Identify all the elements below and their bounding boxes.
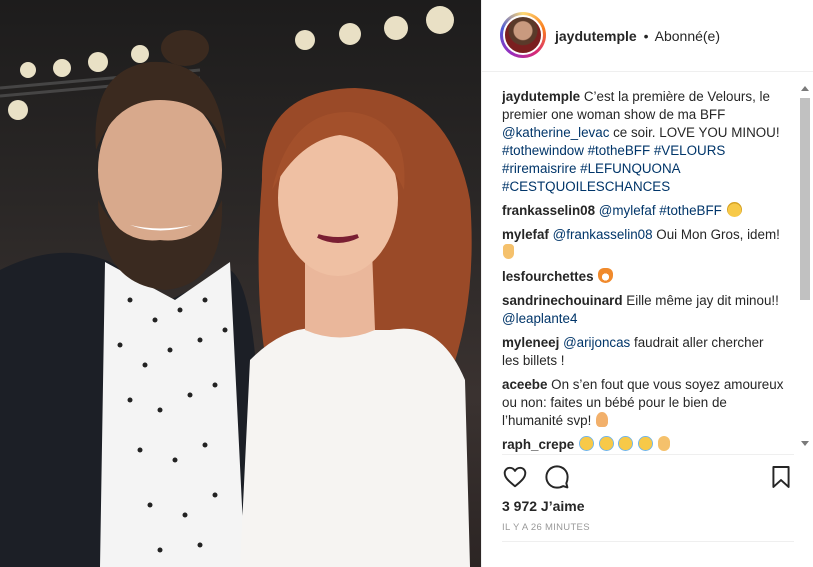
comment-username[interactable]: myleneej (502, 335, 559, 350)
caption: jaydutemple C’est la première de Velours… (502, 88, 784, 196)
crying-laughing-emoji-icon (578, 436, 594, 451)
divider (502, 454, 794, 455)
avatar[interactable] (503, 15, 543, 55)
fox-emoji-icon (598, 268, 614, 283)
comments-scrollbar[interactable] (798, 80, 812, 452)
scroll-down-arrow-icon[interactable] (801, 441, 809, 446)
header-text: jaydutemple • Abonné(e) (555, 28, 720, 44)
caption-text-after: ce soir. LOVE YOU MINOU! (609, 125, 780, 140)
comment-text: Eille même jay dit minou!! (626, 293, 779, 308)
comments-list[interactable]: jaydutemple C’est la première de Velours… (502, 88, 784, 454)
comment-username[interactable]: aceebe (502, 377, 547, 392)
caption-mention[interactable]: @katherine_levac (502, 125, 609, 140)
post-details-panel: jaydutemple • Abonné(e) jaydutemple C’es… (481, 0, 813, 567)
pray-emoji-icon (596, 412, 609, 427)
victory-hand-emoji-icon (503, 244, 514, 259)
action-bar (502, 462, 794, 492)
scroll-up-arrow-icon[interactable] (801, 86, 809, 91)
comment-username[interactable]: raph_crepe (502, 437, 574, 452)
divider (502, 541, 794, 542)
crying-laughing-emoji-icon (598, 436, 614, 451)
comment-mention[interactable]: @leaplante4 (502, 311, 577, 326)
comment-text: Oui Mon Gros, idem! (652, 227, 780, 242)
crying-laughing-emoji-icon (638, 436, 654, 451)
comment-username[interactable]: frankasselin08 (502, 203, 595, 218)
caption-hashtags[interactable]: #tothewindow #totheBFF #VELOURS #riremai… (502, 143, 725, 194)
scrollbar-thumb[interactable] (800, 98, 810, 300)
comment-hashtag[interactable]: #totheBFF (659, 203, 722, 218)
post-header: jaydutemple • Abonné(e) (482, 0, 813, 72)
ok-hand-emoji-icon (657, 436, 670, 451)
caption-username[interactable]: jaydutemple (502, 89, 580, 104)
comment-item: raph_crepe (502, 436, 784, 454)
comment-item: mylefaf @frankasselin08 Oui Mon Gros, id… (502, 226, 784, 262)
comment-bubble-icon[interactable] (544, 464, 570, 490)
sweat-smile-emoji-icon (726, 202, 742, 217)
story-ring[interactable] (500, 12, 546, 58)
comment-item: aceebe On s’en fout que vous soyez amour… (502, 376, 784, 430)
timestamp[interactable]: IL Y A 26 MINUTES (502, 522, 590, 533)
comment-item: myleneej @arijoncas faudrait aller cherc… (502, 334, 784, 370)
comment-mention[interactable]: @arijoncas (563, 335, 630, 350)
comment-item: frankasselin08 @mylefaf #totheBFF (502, 202, 784, 220)
header-username[interactable]: jaydutemple (555, 28, 637, 44)
post-photo[interactable] (0, 0, 481, 567)
comment-username[interactable]: lesfourchettes (502, 269, 594, 284)
crying-laughing-emoji-icon (618, 436, 634, 451)
comment-username[interactable]: mylefaf (502, 227, 549, 242)
bookmark-icon[interactable] (768, 464, 794, 490)
comment-username[interactable]: sandrinechouinard (502, 293, 623, 308)
comment-mention[interactable]: @frankasselin08 (553, 227, 653, 242)
heart-icon[interactable] (502, 464, 528, 490)
photo-illustration (0, 6, 472, 567)
likes-count[interactable]: 3 972 J’aime (502, 498, 585, 514)
follow-status-button[interactable]: Abonné(e) (655, 28, 720, 44)
comment-item: sandrinechouinard Eille même jay dit min… (502, 292, 784, 328)
header-separator: • (643, 28, 649, 44)
comment-mention[interactable]: @mylefaf (599, 203, 656, 218)
comment-item: lesfourchettes (502, 268, 784, 286)
